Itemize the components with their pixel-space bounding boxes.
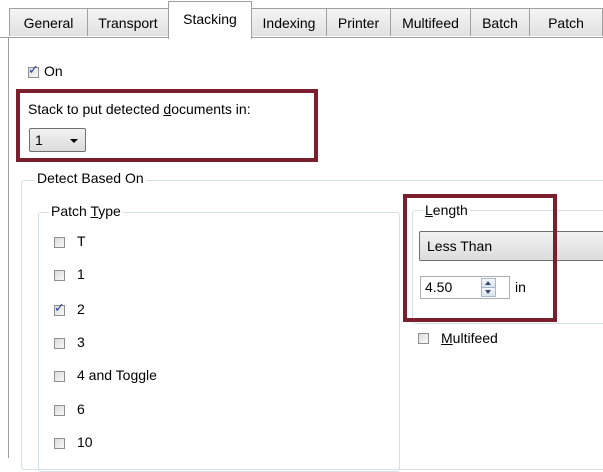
- tab-multifeed[interactable]: Multifeed: [390, 8, 471, 36]
- checkmark-icon: ✓: [54, 301, 65, 316]
- on-checkbox[interactable]: ✓: [28, 63, 39, 78]
- tab-indexing[interactable]: Indexing: [251, 8, 327, 36]
- patch-checkbox-6[interactable]: [54, 405, 65, 416]
- tab-transport[interactable]: Transport: [87, 8, 169, 36]
- tab-batch[interactable]: Batch: [470, 8, 530, 36]
- patch-label-4-toggle: 4 and Toggle: [77, 367, 157, 383]
- tab-patch[interactable]: Patch: [529, 8, 603, 36]
- patch-label-1: 1: [77, 266, 85, 282]
- tab-strip: General Transport Stacking Indexing Prin…: [0, 0, 603, 39]
- patch-checkbox-2[interactable]: ✓: [54, 301, 65, 316]
- patch-checkbox-1[interactable]: [54, 270, 65, 281]
- multifeed-label-accel: M: [441, 330, 453, 346]
- tab-stacking[interactable]: Stacking: [168, 1, 252, 39]
- multifeed-label: Multifeed: [441, 330, 498, 347]
- tab-label: Indexing: [262, 14, 316, 31]
- tab-label: General: [23, 14, 74, 31]
- patch-type-group-box: [38, 212, 400, 472]
- patch-checkbox-4-toggle[interactable]: [54, 371, 65, 382]
- tab-baseline: [0, 37, 603, 38]
- tab-label: Batch: [482, 14, 518, 31]
- patch-type-legend: Patch Type: [49, 203, 123, 220]
- tab-label: Multifeed: [402, 14, 459, 31]
- tab-general[interactable]: General: [9, 8, 88, 36]
- tab-label: Stacking: [183, 10, 237, 27]
- patch-label-10: 10: [77, 434, 93, 450]
- highlight-box-stack: [16, 89, 318, 162]
- patch-checkbox-t[interactable]: [54, 237, 65, 248]
- patch-label-6: 6: [77, 401, 85, 417]
- multifeed-label-text: ultifeed: [452, 330, 498, 346]
- patch-checkbox-10[interactable]: [54, 438, 65, 449]
- multifeed-checkbox[interactable]: [418, 333, 429, 344]
- tab-page-border: [8, 38, 9, 458]
- tab-label: Patch: [548, 14, 584, 31]
- patch-checkbox-3[interactable]: [54, 338, 65, 349]
- highlight-box-length: [403, 194, 557, 322]
- tab-printer[interactable]: Printer: [326, 8, 391, 36]
- patch-type-legend-text: Patch: [51, 203, 91, 219]
- detect-group-legend: Detect Based On: [35, 170, 146, 187]
- patch-label-t: T: [77, 233, 86, 249]
- checkmark-icon: ✓: [28, 63, 39, 78]
- patch-label-2: 2: [77, 301, 85, 317]
- on-checkbox-label: On: [44, 63, 63, 79]
- tab-label: Transport: [98, 14, 158, 31]
- patch-type-legend-text-end: ype: [98, 203, 121, 219]
- patch-label-3: 3: [77, 334, 85, 350]
- tab-label: Printer: [337, 14, 380, 31]
